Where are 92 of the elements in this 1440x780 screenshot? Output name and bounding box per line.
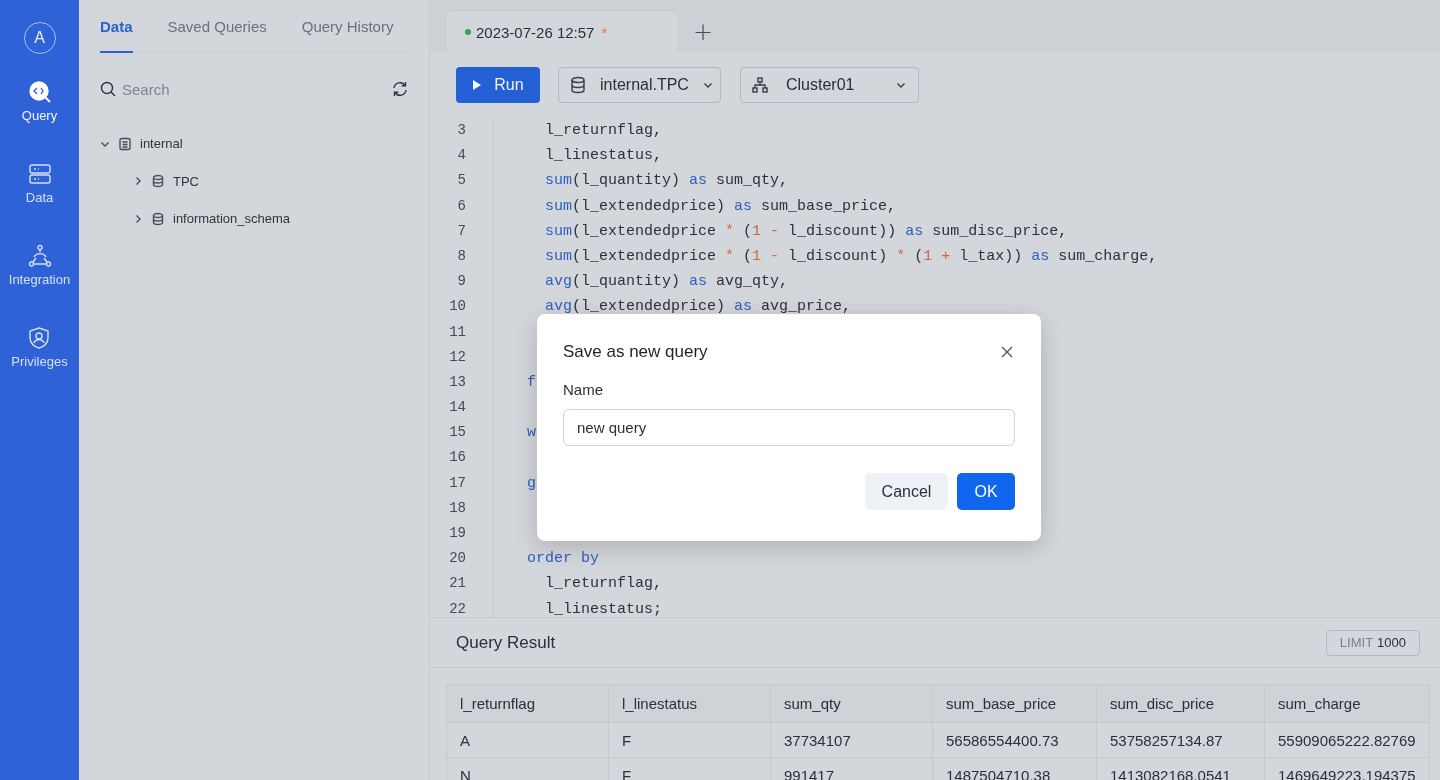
panel-tab[interactable]: Saved Queries (167, 0, 267, 53)
code-search-icon (27, 80, 52, 104)
column-header: l_returnflag (446, 684, 609, 723)
hierarchy-icon (752, 76, 768, 93)
code-line: w (526, 424, 536, 444)
column-header: sum_charge (1264, 684, 1430, 723)
add-tab-button[interactable]: + (677, 11, 729, 53)
table-cell: 53758257134.87 (1096, 722, 1265, 758)
line-number: 11 (448, 323, 467, 342)
tree-item[interactable]: internal (100, 125, 409, 163)
table-cell: 55909065222.82769 (1264, 722, 1430, 758)
nav-item[interactable]: Query (21, 80, 58, 162)
line-number: 4 (456, 147, 467, 166)
code-line: sum(l_extendedprice * (1 - l_discount) * (1 + l_tax)) as sum_charge, (544, 247, 1158, 267)
line-number: 7 (456, 222, 467, 241)
run-button[interactable]: Run (456, 66, 540, 103)
line-number: 6 (456, 197, 467, 216)
line-number: 3 (456, 122, 467, 140)
play-icon (472, 78, 483, 91)
line-number: 19 (448, 525, 467, 543)
code-line: avg(l_extendedprice) as avg_price, (544, 298, 852, 318)
network-nodes-icon (27, 244, 52, 268)
limit-label: LIMIT (1339, 635, 1374, 650)
table-cell: F (608, 722, 771, 758)
search-icon (100, 81, 116, 97)
nav-item[interactable]: Data (25, 162, 54, 244)
column-header: l_linestatus (608, 684, 771, 723)
shield-user-icon (27, 326, 52, 350)
code-line: order by (526, 550, 599, 570)
tree-item[interactable]: information_schema (100, 200, 409, 238)
line-number: 10 (448, 298, 467, 317)
table-cell: 37734107 (770, 722, 933, 758)
code-line: f (526, 373, 536, 393)
code-line: sum(l_extendedprice) as sum_base_price, (544, 197, 897, 217)
line-number: 14 (448, 399, 467, 418)
column-header: sum_disc_price (1096, 684, 1265, 723)
nav-item[interactable]: Integration (8, 244, 71, 326)
database-icon (151, 211, 165, 226)
line-number: 5 (456, 172, 467, 191)
limit-badge[interactable]: LIMIT 1000 (1325, 629, 1420, 656)
ok-button[interactable]: OK (957, 473, 1015, 510)
code-line: sum(l_quantity) as sum_qty, (544, 172, 789, 192)
status-dot-icon (465, 29, 471, 35)
code-line: l_returnflag, (544, 122, 663, 141)
code-line: l_linestatus; (544, 600, 663, 617)
cancel-button[interactable]: Cancel (865, 473, 948, 510)
server-icon (27, 162, 52, 186)
section-title: Query Result (456, 632, 556, 653)
unsaved-mark: * (601, 23, 608, 41)
field-label: Name (563, 381, 604, 398)
panel-tab[interactable]: Query History (301, 0, 394, 53)
code-line: l_linestatus, (544, 147, 663, 167)
tree-label: information_schema (173, 211, 291, 227)
code-line: g (526, 474, 536, 494)
table-cell: 56586554400.73 (932, 722, 1097, 758)
line-number: 20 (448, 550, 467, 569)
database-icon (151, 174, 165, 189)
refresh-icon[interactable] (391, 80, 409, 98)
line-number: 12 (448, 348, 467, 367)
search-field[interactable]: Search (122, 80, 322, 98)
panel-tab[interactable]: Data (100, 0, 133, 53)
nav-item[interactable]: Privileges (11, 326, 68, 408)
close-icon[interactable] (1001, 346, 1013, 358)
editor-tab[interactable]: 2023-07-26 12:57 * (447, 11, 677, 53)
tree-label: TPC (173, 173, 199, 189)
dropdown[interactable]: Cluster01 (740, 66, 919, 103)
line-number: 9 (456, 273, 467, 292)
line-number: 8 (456, 247, 467, 266)
line-number: 16 (448, 449, 467, 468)
line-number: 22 (448, 600, 467, 617)
database-icon (570, 75, 586, 94)
line-number: 21 (448, 575, 467, 594)
dropdown-value: internal.TPC (600, 75, 689, 94)
code-line: l_returnflag, (544, 575, 663, 595)
code-line: avg(l_quantity) as avg_qty, (544, 273, 789, 293)
input-field[interactable]: new query (563, 409, 1015, 446)
line-number: 18 (448, 499, 467, 518)
dropdown-value: Cluster01 (786, 75, 856, 94)
line-number: 15 (448, 424, 467, 443)
table-cell: N (446, 757, 609, 780)
dropdown[interactable]: internal.TPC (558, 66, 721, 103)
dialog-title: Save as new query (563, 342, 708, 362)
limit-value: 1000 (1377, 635, 1406, 650)
document-list-icon (118, 136, 132, 151)
code-line: sum(l_extendedprice * (1 - l_discount)) as sum_disc_price, (544, 222, 1068, 242)
table-cell: A (446, 722, 609, 758)
column-header: sum_qty (770, 684, 933, 723)
column-header: sum_base_price (932, 684, 1097, 723)
line-number: 17 (448, 474, 467, 493)
line-number: 13 (448, 373, 467, 392)
tree-label: internal (140, 136, 183, 152)
tree-item[interactable]: TPC (100, 162, 409, 200)
